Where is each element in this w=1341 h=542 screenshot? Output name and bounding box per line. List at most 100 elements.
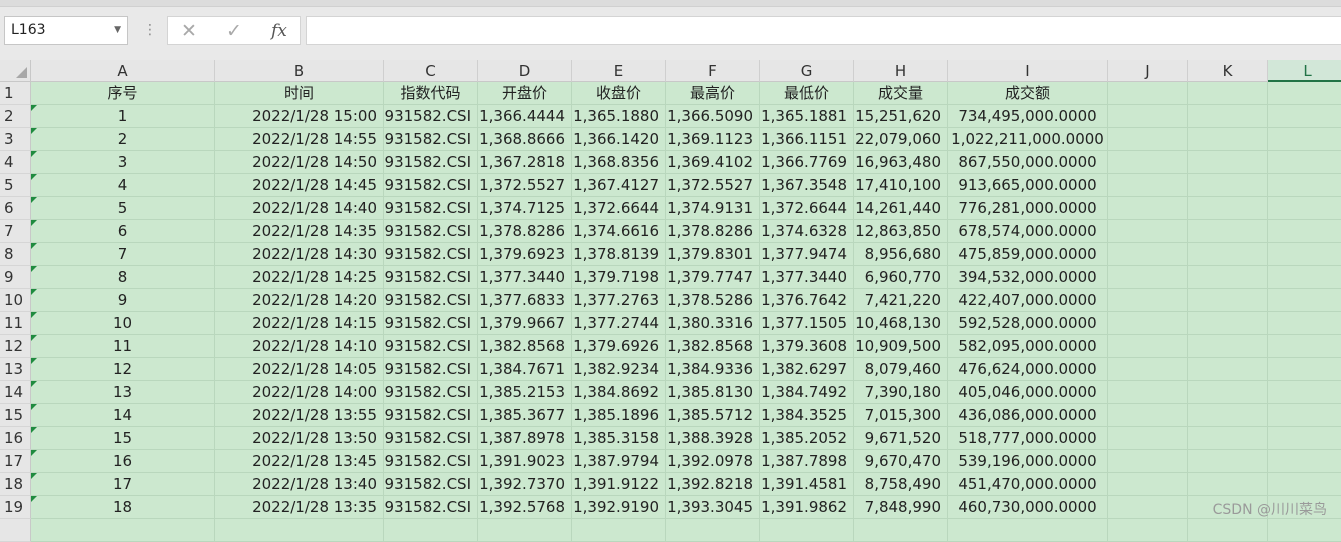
table-cell[interactable]: 7,421,220: [854, 289, 948, 312]
table-cell[interactable]: 16,963,480: [854, 151, 948, 174]
table-cell[interactable]: 422,407,000.0000: [948, 289, 1108, 312]
table-cell[interactable]: 678,574,000.0000: [948, 220, 1108, 243]
table-cell[interactable]: 1,385.5712: [666, 404, 760, 427]
column-header-a[interactable]: A: [31, 60, 215, 82]
empty-cell[interactable]: [1268, 220, 1341, 243]
table-cell[interactable]: 1,377.3440: [478, 266, 572, 289]
table-cell[interactable]: 10,468,130: [854, 312, 948, 335]
row-header[interactable]: 14: [0, 381, 31, 404]
table-cell[interactable]: 1,377.9474: [760, 243, 854, 266]
empty-cell[interactable]: [1108, 289, 1188, 312]
row-header[interactable]: 1: [0, 82, 31, 105]
table-cell[interactable]: 1,379.6926: [572, 335, 666, 358]
column-header-f[interactable]: F: [666, 60, 760, 82]
row-header[interactable]: 11: [0, 312, 31, 335]
partial-cell[interactable]: [854, 519, 948, 542]
empty-cell[interactable]: [1268, 128, 1341, 151]
header-cell[interactable]: 成交额: [948, 82, 1108, 105]
row-header[interactable]: 7: [0, 220, 31, 243]
table-cell[interactable]: 9: [31, 289, 215, 312]
header-cell[interactable]: 成交量: [854, 82, 948, 105]
empty-cell[interactable]: [1188, 473, 1268, 496]
table-cell[interactable]: 15,251,620: [854, 105, 948, 128]
empty-cell[interactable]: [1268, 243, 1341, 266]
table-cell[interactable]: 8,758,490: [854, 473, 948, 496]
table-cell[interactable]: 1,392.7370: [478, 473, 572, 496]
table-cell[interactable]: 1,378.8286: [666, 220, 760, 243]
table-cell[interactable]: 8,079,460: [854, 358, 948, 381]
table-cell[interactable]: 1,374.7125: [478, 197, 572, 220]
empty-cell[interactable]: [1268, 151, 1341, 174]
empty-cell[interactable]: [1108, 381, 1188, 404]
table-cell[interactable]: 436,086,000.0000: [948, 404, 1108, 427]
table-cell[interactable]: 405,046,000.0000: [948, 381, 1108, 404]
table-cell[interactable]: 1,391.9023: [478, 450, 572, 473]
table-cell[interactable]: 518,777,000.0000: [948, 427, 1108, 450]
table-cell[interactable]: 460,730,000.0000: [948, 496, 1108, 519]
table-cell[interactable]: 1,382.8568: [666, 335, 760, 358]
table-cell[interactable]: 1,377.2744: [572, 312, 666, 335]
empty-cell[interactable]: [1108, 105, 1188, 128]
table-cell[interactable]: 1,385.3158: [572, 427, 666, 450]
table-cell[interactable]: 2022/1/28 13:35: [215, 496, 384, 519]
table-cell[interactable]: 1,378.8139: [572, 243, 666, 266]
partial-cell[interactable]: [666, 519, 760, 542]
table-cell[interactable]: 1,384.3525: [760, 404, 854, 427]
table-cell[interactable]: 1,384.7492: [760, 381, 854, 404]
empty-cell[interactable]: [1108, 358, 1188, 381]
header-cell[interactable]: 最高价: [666, 82, 760, 105]
table-cell[interactable]: 2022/1/28 14:05: [215, 358, 384, 381]
table-cell[interactable]: 1,369.4102: [666, 151, 760, 174]
table-cell[interactable]: 1,387.9794: [572, 450, 666, 473]
table-cell[interactable]: 1,368.8666: [478, 128, 572, 151]
partial-cell[interactable]: [384, 519, 478, 542]
empty-cell[interactable]: [1188, 174, 1268, 197]
table-cell[interactable]: 13: [31, 381, 215, 404]
row-header[interactable]: 3: [0, 128, 31, 151]
table-cell[interactable]: 1,367.4127: [572, 174, 666, 197]
table-cell[interactable]: 1,379.6923: [478, 243, 572, 266]
partial-cell[interactable]: [1268, 519, 1341, 542]
empty-cell[interactable]: [1108, 427, 1188, 450]
table-cell[interactable]: 931582.CSI: [384, 220, 478, 243]
table-cell[interactable]: 1,378.8286: [478, 220, 572, 243]
empty-cell[interactable]: [1188, 105, 1268, 128]
table-cell[interactable]: 1,384.9336: [666, 358, 760, 381]
table-cell[interactable]: 16: [31, 450, 215, 473]
table-cell[interactable]: 913,665,000.0000: [948, 174, 1108, 197]
empty-cell[interactable]: [1108, 450, 1188, 473]
row-header[interactable]: 16: [0, 427, 31, 450]
table-cell[interactable]: 18: [31, 496, 215, 519]
empty-cell[interactable]: [1188, 450, 1268, 473]
header-cell[interactable]: 序号: [31, 82, 215, 105]
table-cell[interactable]: 931582.CSI: [384, 358, 478, 381]
table-cell[interactable]: 1,387.7898: [760, 450, 854, 473]
table-cell[interactable]: 14: [31, 404, 215, 427]
table-cell[interactable]: 7,848,990: [854, 496, 948, 519]
table-cell[interactable]: 1,372.5527: [478, 174, 572, 197]
empty-cell[interactable]: [1188, 151, 1268, 174]
row-header[interactable]: 4: [0, 151, 31, 174]
column-header-h[interactable]: H: [854, 60, 948, 82]
table-cell[interactable]: 1,388.3928: [666, 427, 760, 450]
empty-cell[interactable]: [1268, 197, 1341, 220]
table-cell[interactable]: 1,022,211,000.0000: [948, 128, 1108, 151]
row-header[interactable]: 8: [0, 243, 31, 266]
column-header-i[interactable]: I: [948, 60, 1108, 82]
table-cell[interactable]: 931582.CSI: [384, 243, 478, 266]
empty-cell[interactable]: [1108, 473, 1188, 496]
table-cell[interactable]: 10: [31, 312, 215, 335]
table-cell[interactable]: 9,670,470: [854, 450, 948, 473]
column-header-c[interactable]: C: [384, 60, 478, 82]
table-cell[interactable]: 1,392.5768: [478, 496, 572, 519]
table-cell[interactable]: 2022/1/28 13:55: [215, 404, 384, 427]
empty-cell[interactable]: [1188, 381, 1268, 404]
table-cell[interactable]: 776,281,000.0000: [948, 197, 1108, 220]
table-cell[interactable]: 1,377.3440: [760, 266, 854, 289]
empty-cell[interactable]: [1108, 335, 1188, 358]
table-cell[interactable]: 2022/1/28 14:50: [215, 151, 384, 174]
table-cell[interactable]: 1,393.3045: [666, 496, 760, 519]
chevron-down-icon[interactable]: ▼: [114, 17, 121, 44]
table-cell[interactable]: 4: [31, 174, 215, 197]
table-cell[interactable]: 1,391.9862: [760, 496, 854, 519]
